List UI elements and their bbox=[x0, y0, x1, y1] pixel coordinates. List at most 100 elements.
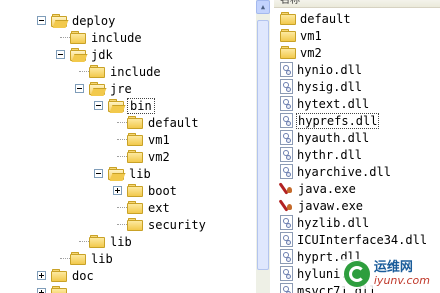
tree-node-bin-vm1[interactable]: vm1 bbox=[127, 131, 171, 148]
file-list-item[interactable]: vm1 bbox=[280, 27, 322, 44]
file-name-label: hythr.dll bbox=[297, 147, 363, 162]
file-list-item[interactable]: java.exe bbox=[280, 180, 356, 197]
tree-node-bin[interactable]: bin bbox=[108, 97, 155, 114]
folder-icon bbox=[127, 150, 143, 163]
tree-node-label: vm2 bbox=[148, 149, 170, 164]
tree-node-label: jdk bbox=[91, 47, 113, 62]
java-exe-icon bbox=[280, 181, 294, 196]
collapse-minus-icon[interactable] bbox=[94, 169, 103, 178]
folder-icon bbox=[127, 116, 143, 129]
folder-open-icon bbox=[51, 14, 67, 27]
tree-node-label: lib bbox=[110, 234, 132, 249]
tree-node-label: jre bbox=[110, 81, 132, 96]
folder-icon bbox=[89, 235, 105, 248]
folder-open-icon bbox=[108, 167, 124, 180]
file-list-item[interactable]: hytext.dll bbox=[280, 95, 369, 112]
file-name-label: hyarchive.dll bbox=[297, 164, 391, 179]
dll-file-icon bbox=[280, 266, 293, 281]
expand-plus-icon[interactable] bbox=[37, 271, 46, 280]
file-name-label: vm2 bbox=[300, 45, 322, 60]
column-header-name[interactable]: 名称 bbox=[274, 0, 440, 8]
tree-connector-line bbox=[117, 122, 127, 123]
watermark: 运维网 iyunv.com bbox=[339, 259, 434, 289]
scrollbar-thumb[interactable] bbox=[257, 20, 269, 270]
java-exe-icon bbox=[280, 198, 294, 213]
file-name-label: ICUInterface34.dll bbox=[297, 232, 428, 247]
folder-icon bbox=[70, 252, 86, 265]
file-list-item[interactable]: hysig.dll bbox=[280, 78, 362, 95]
file-list-item[interactable]: default bbox=[280, 10, 351, 27]
expand-plus-icon[interactable] bbox=[113, 186, 122, 195]
tree-node-jdk-include[interactable]: include bbox=[89, 63, 162, 80]
dll-file-icon bbox=[280, 62, 293, 77]
tree-connector-line bbox=[60, 258, 70, 259]
file-list-item[interactable]: ICUInterface34.dll bbox=[280, 231, 427, 248]
tree-node-boot[interactable]: boot bbox=[127, 182, 178, 199]
tree-node-bin-default[interactable]: default bbox=[127, 114, 200, 131]
folder-icon bbox=[127, 184, 143, 197]
tree-node-jre[interactable]: jre bbox=[89, 80, 133, 97]
tree-node-doc[interactable]: doc bbox=[51, 267, 95, 284]
tree-node-jre-lib[interactable]: lib bbox=[108, 165, 152, 182]
tree-node-label: ext bbox=[148, 200, 170, 215]
file-name-label: hyzlib.dll bbox=[297, 215, 370, 230]
file-list-item[interactable]: hyauth.dll bbox=[280, 129, 369, 146]
folder-icon bbox=[280, 46, 296, 59]
dll-file-icon bbox=[280, 232, 293, 247]
tree-node-deploy[interactable]: deploy bbox=[51, 12, 116, 29]
file-list-item[interactable]: vm2 bbox=[280, 44, 322, 61]
tree-vertical-scrollbar[interactable]: ▲ bbox=[256, 0, 270, 293]
collapse-minus-icon[interactable] bbox=[75, 84, 84, 93]
file-name-label: java.exe bbox=[298, 181, 356, 196]
file-name-label: hysig.dll bbox=[297, 79, 363, 94]
folder-icon bbox=[127, 133, 143, 146]
tree-node-ext[interactable]: ext bbox=[127, 199, 171, 216]
file-list-item[interactable]: hyarchive.dll bbox=[280, 163, 391, 180]
watermark-logo-icon bbox=[343, 261, 370, 287]
file-list-item[interactable]: hythr.dll bbox=[280, 146, 362, 163]
tree-node-label: security bbox=[148, 217, 206, 232]
file-list-item[interactable]: hyprefs.dll bbox=[280, 112, 380, 129]
folder-tree-pane[interactable]: deploy include jdk include jre bin default vm1 v… bbox=[0, 0, 256, 293]
file-list-item[interactable]: hynio.dll bbox=[280, 61, 362, 78]
tree-node-deploy-lib[interactable]: lib bbox=[70, 250, 114, 267]
tree-connector-line bbox=[117, 207, 127, 208]
tree-connector-line bbox=[117, 156, 127, 157]
scroll-up-arrow-icon[interactable]: ▲ bbox=[256, 0, 270, 14]
file-name-label: javaw.exe bbox=[298, 198, 364, 213]
tree-node-security[interactable]: security bbox=[127, 216, 207, 233]
tree-node-jdk[interactable]: jdk bbox=[70, 46, 114, 63]
dll-file-icon bbox=[280, 164, 293, 179]
file-name-label: default bbox=[300, 11, 351, 26]
file-name-label: vm1 bbox=[300, 28, 322, 43]
folder-icon bbox=[127, 218, 143, 231]
tree-node-bin-vm2[interactable]: vm2 bbox=[127, 148, 171, 165]
tree-connector-line bbox=[117, 224, 127, 225]
expand-plus-icon[interactable] bbox=[37, 288, 46, 293]
folder-icon bbox=[51, 269, 67, 282]
collapse-minus-icon[interactable] bbox=[37, 16, 46, 25]
tree-connector-line bbox=[60, 37, 70, 38]
tree-connector-line bbox=[79, 241, 89, 242]
file-list-item[interactable]: hyzlib.dll bbox=[280, 214, 369, 231]
folder-icon bbox=[51, 286, 67, 293]
dll-file-icon bbox=[280, 147, 293, 162]
folder-icon bbox=[127, 201, 143, 214]
folder-open-icon bbox=[89, 82, 105, 95]
file-name-label: hynio.dll bbox=[297, 62, 363, 77]
tree-node-label: deploy bbox=[72, 13, 116, 28]
folder-icon bbox=[280, 29, 296, 42]
file-list-item[interactable]: javaw.exe bbox=[280, 197, 363, 214]
tree-node-partial[interactable] bbox=[51, 284, 73, 293]
collapse-minus-icon[interactable] bbox=[56, 50, 65, 59]
dll-file-icon bbox=[280, 249, 293, 264]
folder-open-icon bbox=[70, 48, 86, 61]
tree-node-deploy-include[interactable]: include bbox=[70, 29, 143, 46]
tree-node-jdk-lib[interactable]: lib bbox=[89, 233, 133, 250]
tree-connector-line bbox=[117, 139, 127, 140]
dll-file-icon bbox=[280, 283, 293, 293]
file-list-pane[interactable]: 名称 default vm1 vm2 hynio.dll hysig.dll hytext… bbox=[274, 0, 440, 293]
dll-file-icon bbox=[280, 96, 293, 111]
tree-node-label: lib bbox=[91, 251, 113, 266]
collapse-minus-icon[interactable] bbox=[94, 101, 103, 110]
